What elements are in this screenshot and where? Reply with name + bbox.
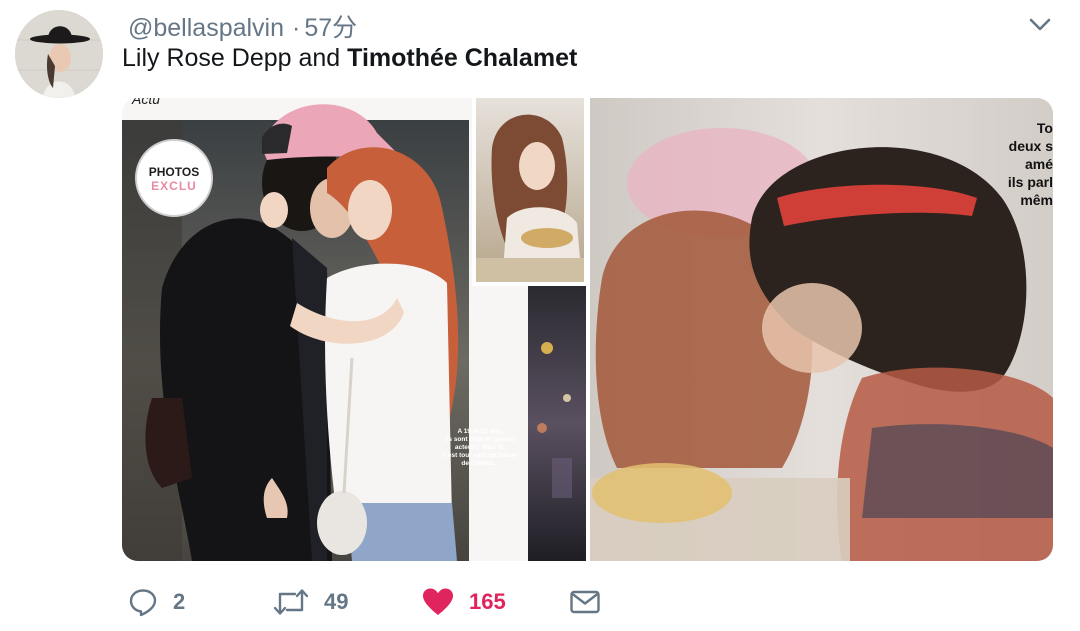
like-count: 165 — [469, 589, 506, 614]
tweet-text-plain: Lily Rose Depp and — [122, 44, 348, 72]
magazine-spread-illustration: Actu PHOTOS EXCLU A 19 et 22 ans, ils so… — [122, 98, 1053, 561]
caption-line-4: c'est tout sauf un baiser — [443, 452, 518, 459]
retweet-icon — [273, 589, 309, 615]
retweet-count: 49 — [324, 589, 349, 614]
tweet-actions: 2 49 165 — [0, 580, 1080, 624]
right-text-line-4: ils parl — [1008, 174, 1053, 190]
heart-icon — [423, 588, 453, 615]
tweet-timestamp[interactable]: 57分 — [304, 14, 357, 42]
tweet-media-image[interactable]: Actu PHOTOS EXCLU A 19 et 22 ans, ils so… — [122, 98, 1053, 561]
tweet-text: Lily Rose Depp and Timothée Chalamet — [122, 44, 577, 73]
separator-dot: · — [292, 14, 301, 42]
badge-photos: PHOTOS — [149, 165, 199, 179]
right-text-line-1: To — [1037, 120, 1053, 136]
avatar-image — [15, 10, 103, 98]
chevron-down-icon[interactable] — [1028, 14, 1052, 34]
like-button[interactable]: 165 — [422, 580, 506, 624]
avatar[interactable] — [15, 10, 103, 98]
tweet-text-bold: Timothée Chalamet — [347, 44, 578, 72]
badge-exclu: EXCLU — [151, 179, 197, 193]
right-text-line-2: deux s — [1009, 138, 1053, 154]
retweet-button[interactable]: 49 — [273, 580, 348, 624]
direct-message-button[interactable] — [569, 580, 601, 624]
caption-line-2: ils sont déjà de grands — [445, 436, 516, 443]
user-handle[interactable]: @bellaspalvin — [128, 14, 284, 42]
caption-line-5: de cinéma... — [461, 460, 498, 467]
right-text-line-5: mêm — [1020, 192, 1053, 208]
reply-icon — [129, 589, 157, 617]
tweet-header: @bellaspalvin · 57分 — [128, 8, 357, 44]
reply-count: 2 — [173, 589, 186, 614]
magazine-fragment: Actu — [131, 98, 160, 107]
caption-line-1: A 19 et 22 ans, — [458, 428, 503, 435]
dm-icon — [570, 590, 600, 614]
right-text-line-3: amé — [1025, 156, 1053, 172]
reply-button[interactable]: 2 — [128, 580, 185, 624]
caption-line-3: acteurs. Mais là, — [455, 444, 505, 451]
